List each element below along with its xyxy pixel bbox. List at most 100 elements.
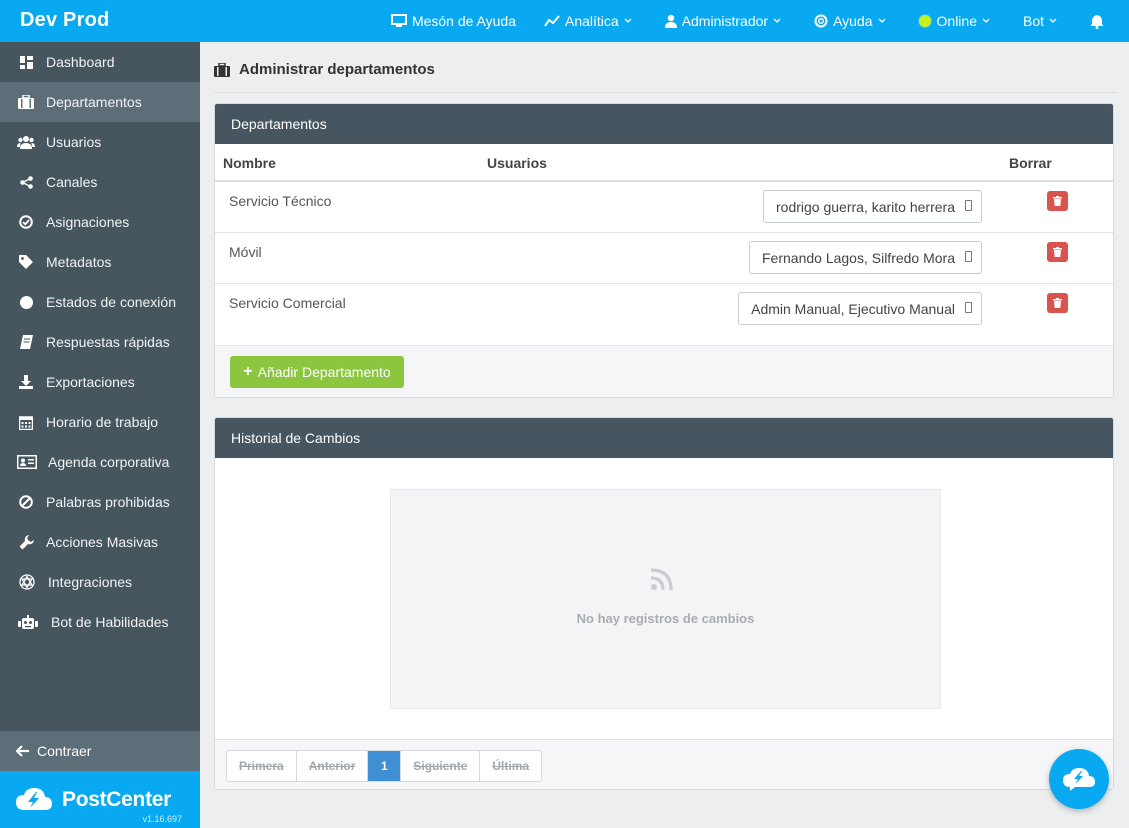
add-department-label: Añadir Departamento xyxy=(257,364,391,380)
trash-icon xyxy=(1053,298,1062,308)
sidebar-item-label: Estados de conexión xyxy=(46,294,176,310)
departments-panel: Departamentos Nombre Usuarios Borrar Ser… xyxy=(214,103,1114,398)
nav-helpdesk-label: Mesón de Ayuda xyxy=(411,13,516,29)
sidebar-item-label: Acciones Masivas xyxy=(46,534,159,550)
chart-line-icon xyxy=(544,15,560,27)
page-title: Administrar departamentos xyxy=(214,61,435,78)
sidebar-item-metadatos[interactable]: Metadatos xyxy=(0,242,200,282)
pager-current[interactable]: 1 xyxy=(368,751,402,781)
chevron-down-icon xyxy=(624,18,632,23)
add-department-button[interactable]: + Añadir Departamento xyxy=(230,356,404,388)
pager-first[interactable]: Primera xyxy=(227,751,297,781)
share-icon xyxy=(16,173,36,191)
sidebar-item-horario-de-trabajo[interactable]: Horario de trabajo xyxy=(0,402,200,442)
sidebar-item-label: Metadatos xyxy=(46,254,112,270)
plus-icon: + xyxy=(243,363,253,380)
app-version: v1.16.697 xyxy=(142,814,182,824)
top-nav: Mesón de Ayuda Analítica Administrador A… xyxy=(377,0,1129,42)
postcenter-logo: PostCenter v1.16.697 xyxy=(0,771,200,828)
chat-widget-button[interactable] xyxy=(1049,749,1109,809)
chevron-down-icon xyxy=(773,18,781,23)
page-title-text: Administrar departamentos xyxy=(239,61,435,78)
pagination: Primera Anterior 1 Siguiente Última xyxy=(226,750,543,782)
empty-state: No hay registros de cambios xyxy=(390,489,941,709)
sidebar-item-acciones-masivas[interactable]: Acciones Masivas xyxy=(0,522,200,562)
nav-notifications[interactable] xyxy=(1076,0,1129,42)
column-name-header: Nombre xyxy=(223,155,276,171)
sidebar-item-label: Usuarios xyxy=(46,134,102,150)
sidebar-item-exportaciones[interactable]: Exportaciones xyxy=(0,362,200,402)
nav-analytics[interactable]: Analítica xyxy=(530,0,651,42)
nav-help[interactable]: Ayuda xyxy=(800,0,904,42)
sidebar-item-bot-de-habilidades[interactable]: Bot de Habilidades xyxy=(0,602,200,642)
nav-user[interactable]: Bot xyxy=(1009,0,1076,42)
briefcase-icon xyxy=(16,93,36,111)
monitor-icon xyxy=(390,14,407,27)
users-icon xyxy=(16,133,36,151)
sidebar-item-palabras-prohibidas[interactable]: Palabras prohibidas xyxy=(0,482,200,522)
sidebar-item-usuarios[interactable]: Usuarios xyxy=(0,122,200,162)
column-delete-header: Borrar xyxy=(1009,155,1052,171)
sidebar-item-label: Agenda corporativa xyxy=(48,454,170,470)
sidebar-item-asignaciones[interactable]: Asignaciones xyxy=(0,202,200,242)
user-tie-icon xyxy=(664,14,677,28)
history-body: No hay registros de cambios xyxy=(215,458,1113,740)
bell-icon xyxy=(1090,14,1104,29)
department-users-select[interactable]: rodrigo guerra, karito herrera xyxy=(763,190,982,223)
trash-icon xyxy=(1053,247,1062,257)
department-name: Servicio Técnico xyxy=(229,193,332,209)
sidebar-item-label: Dashboard xyxy=(46,54,115,70)
delete-department-button[interactable] xyxy=(1047,293,1068,313)
sidebar-item-label: Exportaciones xyxy=(46,374,135,390)
nav-helpdesk[interactable]: Mesón de Ayuda xyxy=(377,0,530,42)
wrench-icon xyxy=(16,533,36,551)
sidebar-item-estados-de-conexion[interactable]: Estados de conexión xyxy=(0,282,200,322)
sidebar-item-label: Departamentos xyxy=(46,94,142,110)
sidebar-item-label: Palabras prohibidas xyxy=(46,494,170,510)
sidebar-item-dashboard[interactable]: Dashboard xyxy=(0,42,200,82)
sidebar: Dashboard Departamentos Usuarios Canales… xyxy=(0,42,200,828)
delete-department-button[interactable] xyxy=(1047,242,1068,262)
tag-icon xyxy=(16,253,36,271)
pager-prev[interactable]: Anterior xyxy=(297,751,369,781)
sidebar-item-label: Asignaciones xyxy=(46,214,130,230)
lifebuoy-icon xyxy=(814,14,828,28)
ban-icon xyxy=(16,493,36,511)
trash-icon xyxy=(1053,196,1062,206)
rss-icon xyxy=(651,568,673,590)
pager-next[interactable]: Siguiente xyxy=(401,751,481,781)
sidebar-item-agenda-corporativa[interactable]: Agenda corporativa xyxy=(0,442,200,482)
nav-status[interactable]: Online xyxy=(905,0,1009,42)
departments-panel-footer: + Añadir Departamento xyxy=(215,345,1113,397)
integrations-icon xyxy=(16,573,38,591)
sidebar-item-departamentos[interactable]: Departamentos xyxy=(0,82,200,122)
column-users-header: Usuarios xyxy=(487,155,547,171)
nav-admin[interactable]: Administrador xyxy=(651,0,800,42)
table-row: Servicio Técnico rodrigo guerra, karito … xyxy=(215,182,1113,233)
app-title[interactable]: Dev Prod xyxy=(20,9,109,32)
address-card-icon xyxy=(16,453,38,471)
table-row: Móvil Fernando Lagos, Silfredo Mora xyxy=(215,233,1113,284)
department-users-select[interactable]: Fernando Lagos, Silfredo Mora xyxy=(749,241,982,274)
circle-icon xyxy=(16,293,36,311)
department-name: Móvil xyxy=(229,244,262,260)
department-users-select[interactable]: Admin Manual, Ejecutivo Manual xyxy=(738,292,982,325)
chevron-down-icon xyxy=(1049,18,1057,23)
table-row: Servicio Comercial Admin Manual, Ejecuti… xyxy=(215,284,1113,344)
postcenter-logo-icon xyxy=(16,788,52,810)
sidebar-item-integraciones[interactable]: Integraciones xyxy=(0,562,200,602)
pager-last[interactable]: Última xyxy=(480,751,541,781)
sidebar-item-canales[interactable]: Canales xyxy=(0,162,200,202)
robot-icon xyxy=(16,613,40,631)
collapse-sidebar-button[interactable]: Contraer xyxy=(0,731,200,771)
briefcase-icon xyxy=(214,62,230,77)
empty-state-text: No hay registros de cambios xyxy=(576,611,755,626)
title-divider xyxy=(214,92,1118,93)
department-name: Servicio Comercial xyxy=(229,295,346,311)
department-users-value: Admin Manual, Ejecutivo Manual xyxy=(751,300,955,317)
history-panel: Historial de Cambios No hay registros de… xyxy=(214,417,1114,790)
chevron-down-icon xyxy=(982,18,990,23)
nav-admin-label: Administrador xyxy=(681,13,769,29)
sidebar-item-respuestas-rapidas[interactable]: Respuestas rápidas xyxy=(0,322,200,362)
delete-department-button[interactable] xyxy=(1047,191,1068,211)
